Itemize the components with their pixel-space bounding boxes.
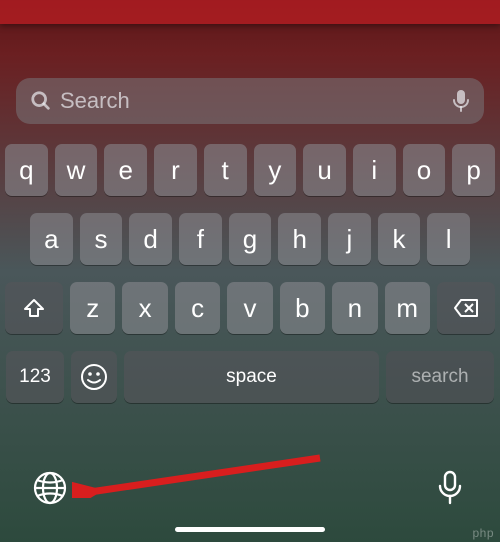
key-e[interactable]: e (104, 144, 147, 196)
key-h[interactable]: h (278, 213, 321, 265)
key-emoji[interactable] (71, 351, 117, 403)
keyboard-row-3: z x c v b n m (5, 282, 495, 334)
search-container: Search (0, 68, 500, 136)
key-r[interactable]: r (154, 144, 197, 196)
mic-icon[interactable] (452, 89, 470, 113)
watermark: php (472, 526, 494, 540)
backspace-icon (453, 298, 479, 318)
key-n[interactable]: n (332, 282, 377, 334)
key-k[interactable]: k (378, 213, 421, 265)
keyboard: q w e r t y u i o p a s d f g h j k l z … (0, 136, 500, 403)
shift-icon (23, 298, 45, 318)
key-s[interactable]: s (80, 213, 123, 265)
key-g[interactable]: g (229, 213, 272, 265)
key-l[interactable]: l (427, 213, 470, 265)
key-q[interactable]: q (5, 144, 48, 196)
keyboard-row-4: 123 space search (5, 351, 495, 403)
dictation-mic-icon (436, 470, 464, 506)
globe-icon (32, 470, 68, 506)
key-space[interactable]: space (124, 351, 379, 403)
key-o[interactable]: o (403, 144, 446, 196)
globe-button[interactable] (30, 468, 70, 508)
key-b[interactable]: b (280, 282, 325, 334)
key-p[interactable]: p (452, 144, 495, 196)
key-t[interactable]: t (204, 144, 247, 196)
search-input[interactable]: Search (16, 78, 484, 124)
key-c[interactable]: c (175, 282, 220, 334)
key-z[interactable]: z (70, 282, 115, 334)
key-j[interactable]: j (328, 213, 371, 265)
key-f[interactable]: f (179, 213, 222, 265)
emoji-icon (80, 363, 108, 391)
key-v[interactable]: v (227, 282, 272, 334)
key-d[interactable]: d (129, 213, 172, 265)
keyboard-row-1: q w e r t y u i o p (5, 144, 495, 196)
key-numbers[interactable]: 123 (6, 351, 64, 403)
background-top (0, 0, 500, 68)
home-indicator[interactable] (175, 527, 325, 532)
search-placeholder: Search (60, 88, 444, 114)
key-search[interactable]: search (386, 351, 494, 403)
key-a[interactable]: a (30, 213, 73, 265)
key-m[interactable]: m (385, 282, 430, 334)
notification-banner (0, 0, 500, 24)
key-backspace[interactable] (437, 282, 495, 334)
key-w[interactable]: w (55, 144, 98, 196)
key-x[interactable]: x (122, 282, 167, 334)
key-y[interactable]: y (254, 144, 297, 196)
key-shift[interactable] (5, 282, 63, 334)
key-u[interactable]: u (303, 144, 346, 196)
dictation-button[interactable] (430, 468, 470, 508)
key-i[interactable]: i (353, 144, 396, 196)
keyboard-row-2: a s d f g h j k l (5, 213, 495, 265)
search-icon (30, 90, 52, 112)
